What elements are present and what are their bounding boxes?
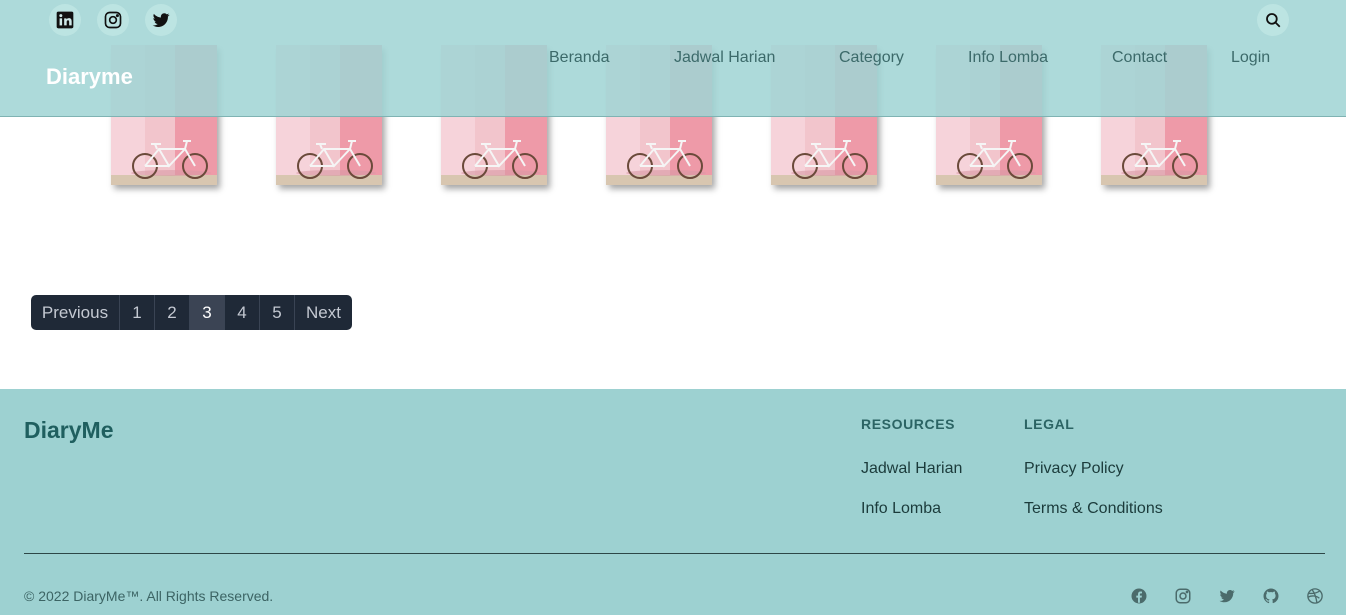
footer-link-terms-conditions[interactable]: Terms & Conditions (1024, 500, 1163, 518)
nav-beranda[interactable]: Beranda (549, 49, 610, 67)
linkedin-icon[interactable] (49, 4, 81, 36)
instagram-icon[interactable] (1173, 586, 1193, 606)
nav-category[interactable]: Category (839, 49, 904, 67)
nav-login[interactable]: Login (1231, 49, 1270, 67)
previous-page-button[interactable]: Previous (31, 295, 119, 330)
search-icon[interactable] (1257, 4, 1289, 36)
site-footer: DiaryMe RESOURCES Jadwal Harian Info Lom… (0, 389, 1346, 615)
facebook-icon[interactable] (1129, 586, 1149, 606)
nav-jadwal-harian[interactable]: Jadwal Harian (674, 49, 775, 67)
page-button-5[interactable]: 5 (259, 295, 294, 330)
github-icon[interactable] (1261, 586, 1281, 606)
copyright-text: © 2022 DiaryMe™. All Rights Reserved. (24, 588, 274, 604)
dribbble-icon[interactable] (1305, 586, 1325, 606)
site-logo[interactable]: Diaryme (46, 64, 133, 90)
footer-link-jadwal-harian[interactable]: Jadwal Harian (861, 460, 962, 478)
footer-logo[interactable]: DiaryMe (24, 417, 113, 444)
page-button-3-active[interactable]: 3 (189, 295, 224, 330)
twitter-icon[interactable] (145, 4, 177, 36)
site-header: Diaryme Beranda Jadwal Harian Category I… (0, 0, 1346, 117)
twitter-icon[interactable] (1217, 586, 1237, 606)
next-page-button[interactable]: Next (294, 295, 352, 330)
footer-legal-heading: LEGAL (1024, 416, 1075, 432)
footer-divider (24, 553, 1325, 554)
nav-contact[interactable]: Contact (1112, 49, 1167, 67)
nav-info-lomba[interactable]: Info Lomba (968, 49, 1048, 67)
instagram-icon[interactable] (97, 4, 129, 36)
footer-link-privacy-policy[interactable]: Privacy Policy (1024, 460, 1124, 478)
footer-link-info-lomba[interactable]: Info Lomba (861, 500, 941, 518)
footer-resources-heading: RESOURCES (861, 416, 956, 432)
page-button-1[interactable]: 1 (119, 295, 154, 330)
pagination: Previous 1 2 3 4 5 Next (31, 295, 352, 330)
page-button-4[interactable]: 4 (224, 295, 259, 330)
page-button-2[interactable]: 2 (154, 295, 189, 330)
